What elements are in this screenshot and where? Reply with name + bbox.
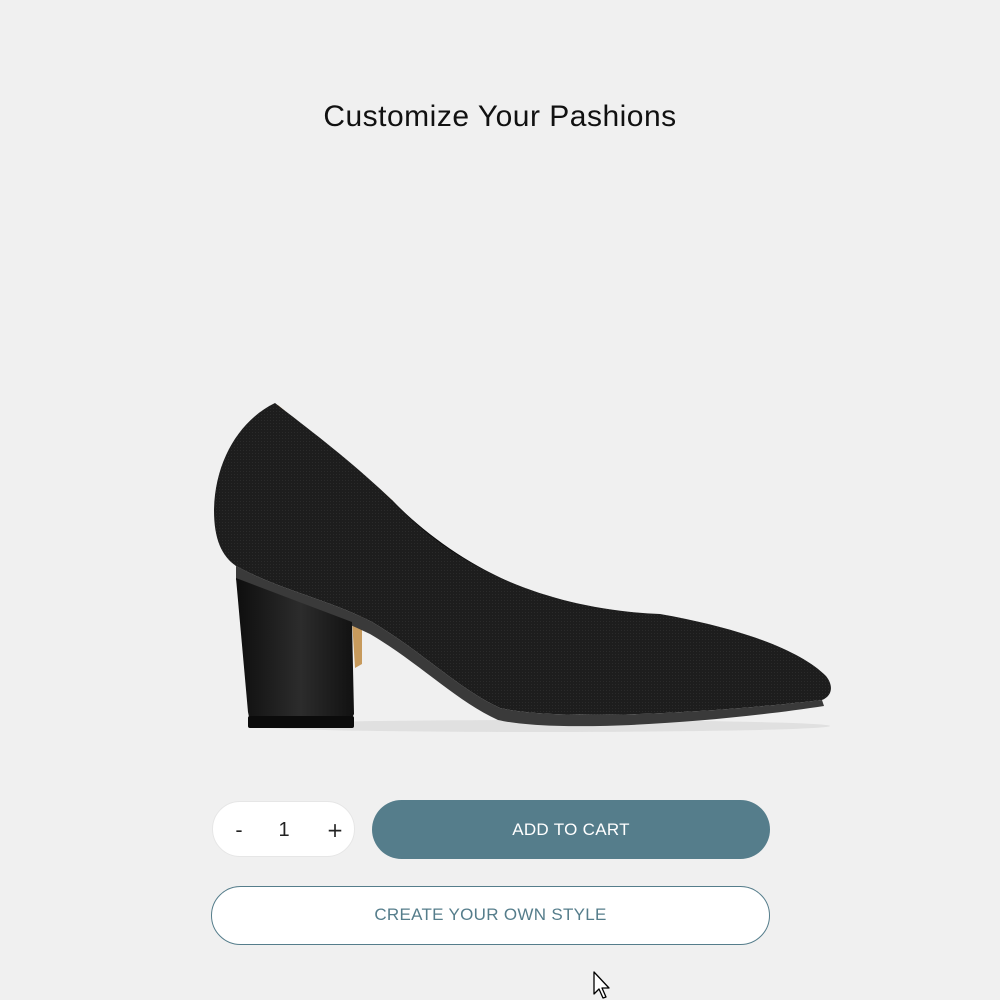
quantity-decrease-button[interactable]: - bbox=[225, 802, 253, 858]
create-your-own-style-button[interactable]: CREATE YOUR OWN STYLE bbox=[211, 886, 770, 945]
shoe-product-image bbox=[214, 403, 831, 732]
product-page: Customize Your Pashions - 1 + ADD TO CAR… bbox=[0, 0, 1000, 1000]
quantity-value[interactable]: 1 bbox=[263, 802, 305, 858]
quantity-stepper[interactable]: - 1 + bbox=[212, 801, 355, 857]
page-title: Customize Your Pashions bbox=[323, 100, 677, 133]
quantity-increase-button[interactable]: + bbox=[321, 802, 349, 858]
add-to-cart-button[interactable]: ADD TO CART bbox=[372, 800, 770, 859]
mouse-pointer-icon bbox=[593, 971, 610, 999]
